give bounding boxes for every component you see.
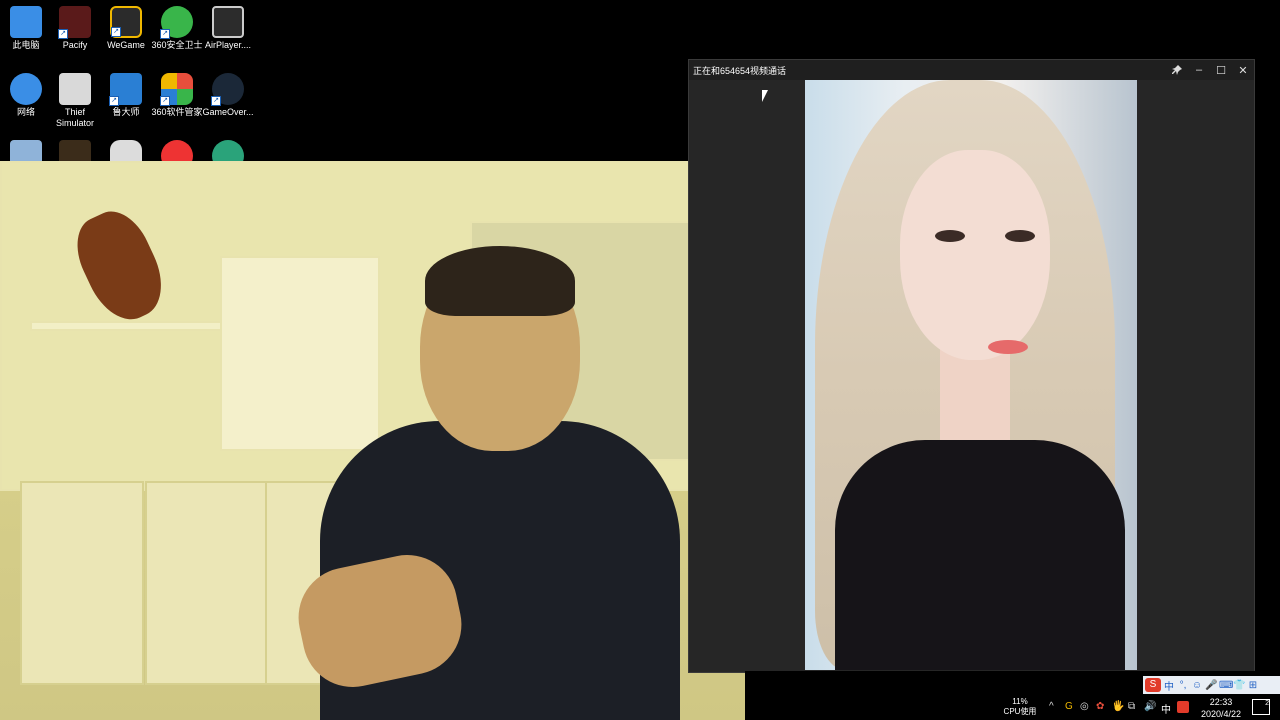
person-body — [835, 440, 1125, 670]
minimize-button[interactable]: – — [1188, 60, 1210, 80]
ime-language-toggle[interactable]: 中 — [1163, 678, 1175, 693]
close-button[interactable]: ✕ — [1232, 60, 1254, 80]
airplayer-icon — [212, 6, 244, 38]
desktop-icon-airplayer[interactable]: AirPlayer.... — [198, 2, 258, 51]
webcam-feed — [0, 161, 745, 720]
shortcut-arrow-icon: ↗ — [211, 96, 221, 106]
emoji-icon[interactable]: ☺ — [1191, 680, 1203, 691]
sogou-tray-icon[interactable] — [1177, 701, 1189, 713]
cpu-usage-label: CPU使用 — [1003, 707, 1037, 716]
mouse-cursor-icon — [762, 90, 768, 102]
thief-simulator-icon — [59, 73, 91, 105]
display-tray-icon[interactable]: ⧉ — [1128, 701, 1135, 712]
maximize-button[interactable]: ☐ — [1210, 60, 1232, 80]
skin-icon[interactable]: 👕 — [1233, 680, 1245, 691]
notification-count: 2 — [1265, 700, 1269, 707]
ime-toolbar[interactable]: S 中 °, ☺ 🎤 ⌨ 👕 ⊞ — [1143, 676, 1280, 694]
shelf-board — [30, 321, 240, 331]
remote-video-feed — [805, 80, 1137, 670]
shelf-box — [220, 256, 380, 451]
person-eye — [935, 230, 965, 242]
360-software-manager-icon: ↗ — [160, 73, 193, 106]
pacify-game-icon: ↗ — [58, 6, 91, 39]
ime-punctuation-toggle[interactable]: °, — [1177, 680, 1189, 691]
pin-icon[interactable] — [1166, 60, 1188, 80]
desktop-icon-label: GameOver... — [202, 107, 254, 117]
clock-time: 22:33 — [1209, 697, 1233, 707]
desktop-icon-gameover[interactable]: ↗ GameOver... — [198, 69, 258, 118]
window-titlebar[interactable]: 正在和654654视频通话 – ☐ ✕ — [689, 60, 1254, 80]
network-icon — [10, 73, 42, 105]
wegame-icon: ↗ — [110, 6, 142, 38]
360-tray-icon[interactable]: ✿ — [1096, 701, 1104, 712]
notification-center-icon[interactable]: 2 — [1252, 699, 1270, 715]
shortcut-arrow-icon: ↗ — [58, 29, 68, 39]
volume-icon[interactable]: 🔊 — [1144, 701, 1156, 712]
hand-tray-icon[interactable]: 🖐 — [1112, 701, 1124, 712]
keyboard-icon[interactable]: ⌨ — [1219, 680, 1233, 691]
toolbox-icon[interactable]: ⊞ — [1247, 680, 1259, 691]
cabinet-door — [145, 481, 269, 685]
ludashi-icon: ↗ — [109, 73, 142, 106]
app-tray-icon[interactable]: ◎ — [1080, 701, 1089, 712]
taskbar-clock[interactable]: 22:33 2020/4/22 — [1196, 696, 1246, 720]
360-security-icon: ↗ — [160, 6, 193, 39]
show-hidden-icons-chevron-icon[interactable]: ^ — [1049, 701, 1054, 712]
person-hair — [425, 246, 575, 316]
cpu-usage-widget[interactable]: 11% CPU使用 — [998, 697, 1042, 717]
computer-icon — [10, 6, 42, 38]
window-title: 正在和654654视频通话 — [693, 65, 787, 76]
person-eye — [1005, 230, 1035, 242]
game-tray-icon[interactable]: G — [1065, 701, 1073, 712]
person-face — [900, 150, 1050, 360]
shortcut-arrow-icon: ↗ — [109, 96, 119, 106]
microphone-icon[interactable]: 🎤 — [1205, 680, 1217, 691]
person-lips — [988, 340, 1028, 354]
shortcut-arrow-icon: ↗ — [160, 29, 170, 39]
video-call-window[interactable]: 正在和654654视频通话 – ☐ ✕ — [688, 59, 1255, 673]
sogou-ime-icon[interactable]: S — [1145, 678, 1161, 692]
person-neck — [940, 345, 1010, 455]
shortcut-arrow-icon: ↗ — [111, 27, 121, 37]
cabinet-door — [20, 481, 144, 685]
input-language-indicator[interactable]: 中 — [1161, 701, 1171, 716]
steam-icon: ↗ — [211, 73, 244, 106]
clock-date: 2020/4/22 — [1200, 709, 1242, 719]
shortcut-arrow-icon: ↗ — [160, 96, 170, 106]
cpu-usage-value: 11% — [1012, 697, 1028, 706]
desktop-icon-label: AirPlayer.... — [204, 40, 251, 50]
